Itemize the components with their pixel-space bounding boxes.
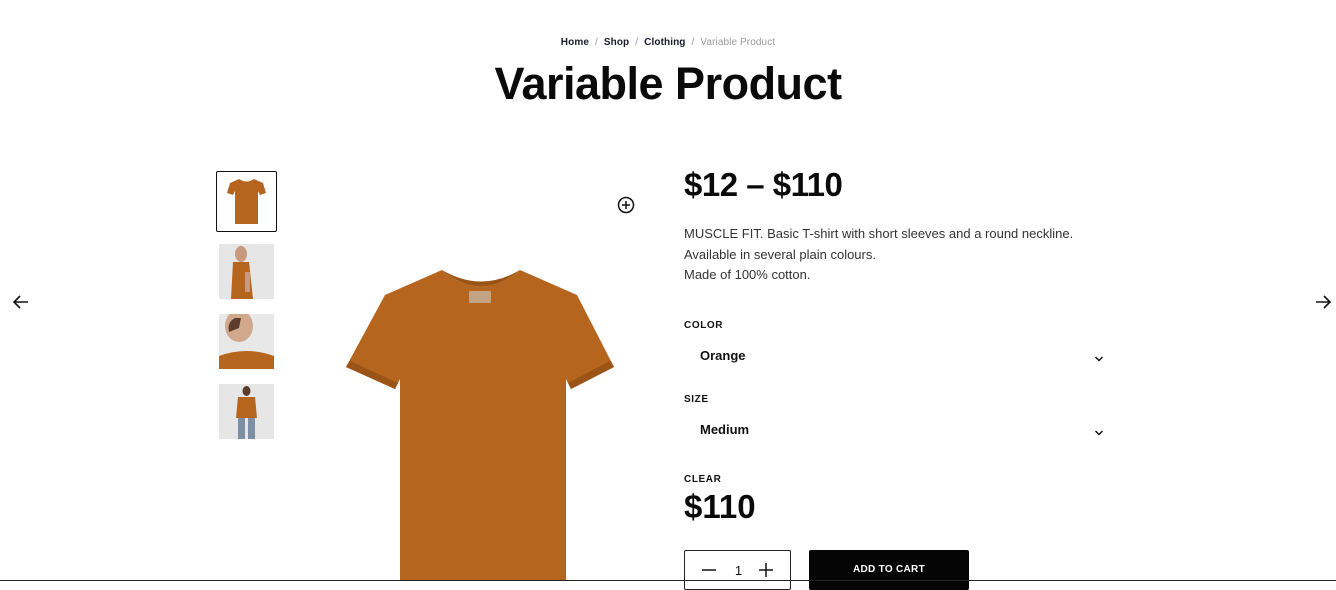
- breadcrumb-current: Variable Product: [700, 37, 776, 48]
- description-line: Made of 100% cotton.: [684, 267, 811, 282]
- size-select-value: Medium: [700, 422, 750, 437]
- breadcrumb-separator: /: [691, 37, 695, 48]
- breadcrumb: Home / Shop / Clothing / Variable Product: [0, 37, 1336, 48]
- breadcrumb-separator: /: [635, 37, 639, 48]
- thumbnail-model-side[interactable]: [219, 244, 274, 299]
- price-range: $12 – $110: [684, 166, 843, 203]
- description-line: Available in several plain colours.: [684, 246, 876, 262]
- clear-selection-link[interactable]: CLEAR: [684, 474, 721, 485]
- color-select-value: Orange: [700, 348, 746, 363]
- color-select[interactable]: Orange: [684, 340, 1112, 372]
- breadcrumb-home[interactable]: Home: [561, 37, 589, 48]
- arrow-right-icon[interactable]: [1313, 292, 1333, 312]
- variation-price: $110: [684, 488, 756, 525]
- description-line: MUSCLE FIT. Basic T-shirt with short sle…: [684, 226, 1074, 241]
- minus-icon[interactable]: [700, 561, 718, 579]
- page-title: Variable Product: [494, 58, 842, 109]
- thumbnail-gallery: [216, 171, 278, 454]
- quantity-input[interactable]: 1: [725, 563, 752, 578]
- product-main-image[interactable]: [330, 255, 630, 581]
- breadcrumb-separator: /: [594, 37, 598, 48]
- plus-icon[interactable]: [757, 561, 775, 579]
- thumbnail-model-neck-closeup[interactable]: [219, 314, 274, 369]
- breadcrumb-shop[interactable]: Shop: [604, 37, 629, 48]
- thumbnail-model-full-body[interactable]: [219, 384, 274, 439]
- breadcrumb-clothing[interactable]: Clothing: [644, 37, 685, 48]
- product-description: MUSCLE FIT. Basic T-shirt with short sle…: [684, 224, 1124, 286]
- arrow-left-icon[interactable]: [11, 292, 31, 312]
- thumbnail-tshirt-front[interactable]: [216, 171, 277, 232]
- color-label: COLOR: [684, 320, 724, 331]
- chevron-down-icon: [1094, 425, 1104, 436]
- size-label: SIZE: [684, 394, 709, 405]
- quantity-stepper: 1: [684, 550, 791, 590]
- zoom-plus-icon[interactable]: [617, 196, 635, 214]
- chevron-down-icon: [1094, 351, 1104, 362]
- add-to-cart-button[interactable]: ADD TO CART: [809, 550, 969, 590]
- size-select[interactable]: Medium: [684, 414, 1112, 446]
